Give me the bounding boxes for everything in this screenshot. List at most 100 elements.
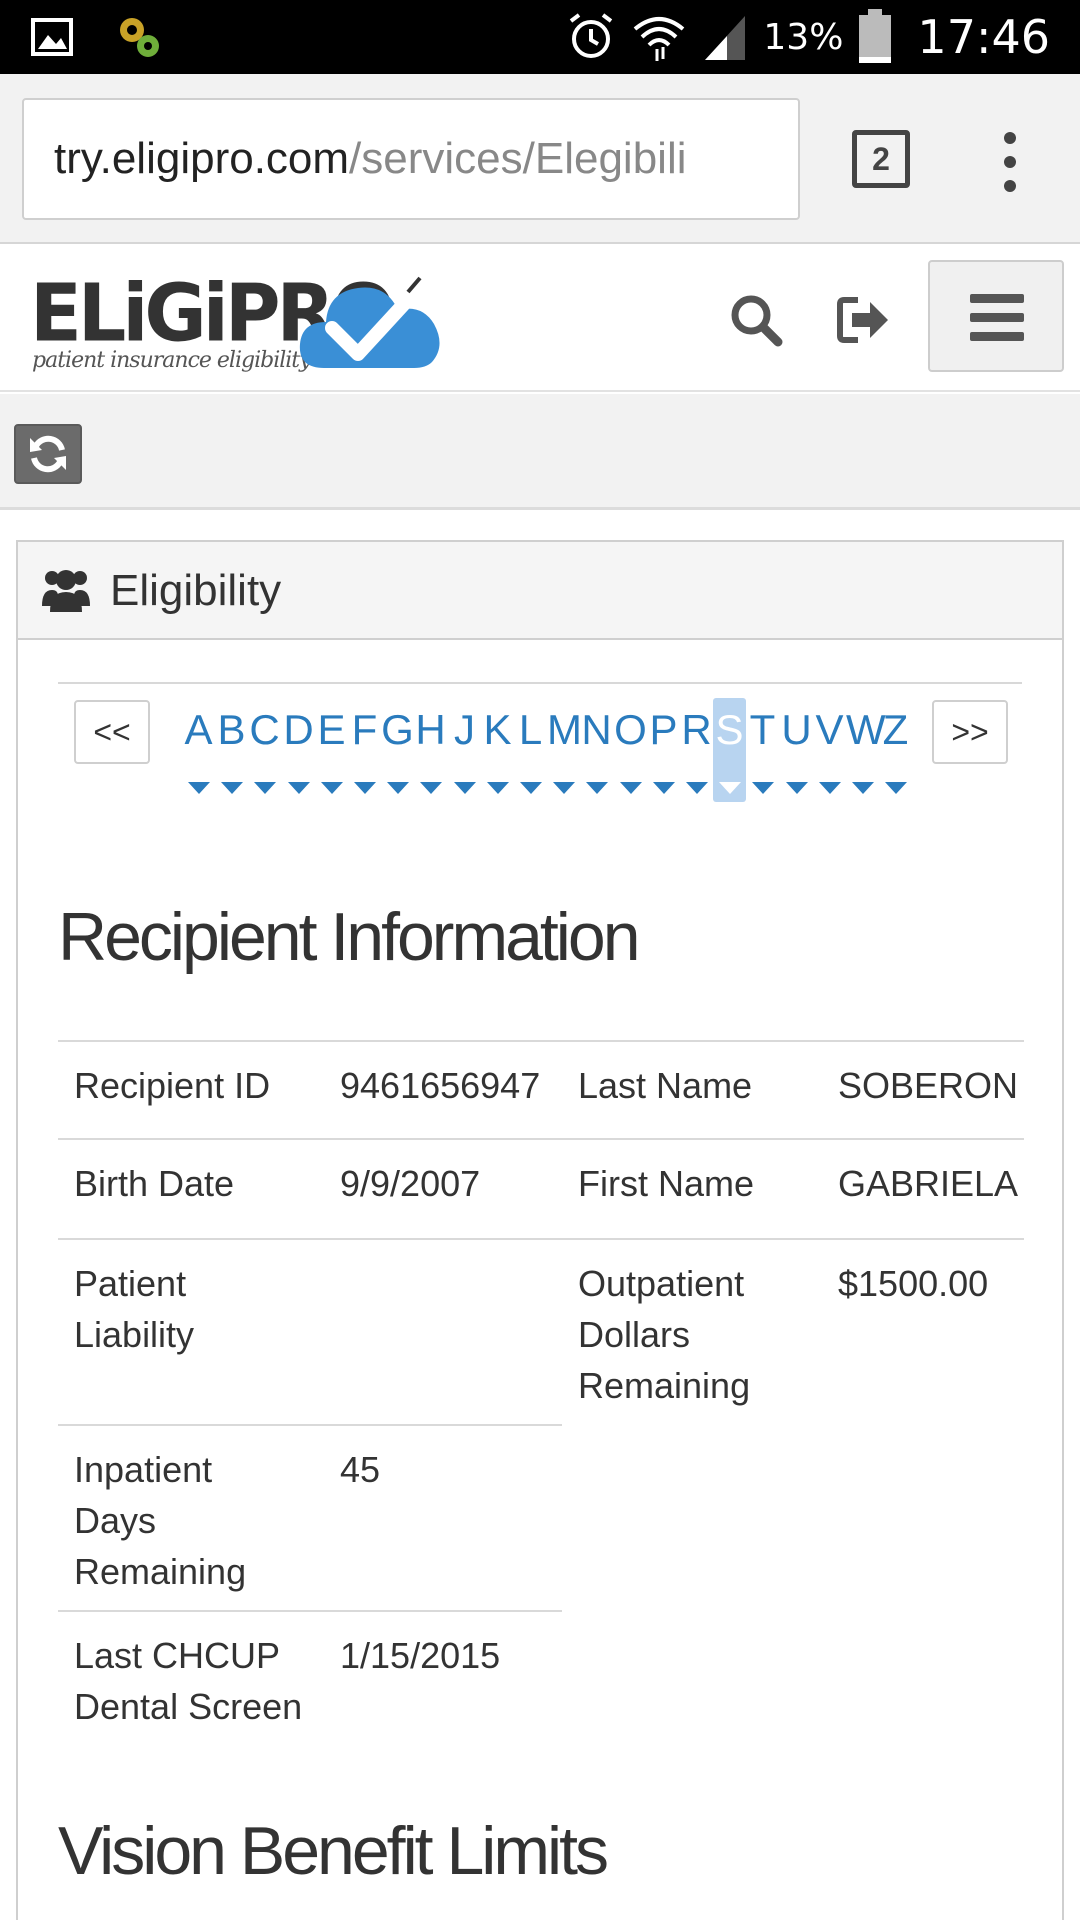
first-name-value: GABRIELA bbox=[838, 1163, 1019, 1204]
panel-header: Eligibility bbox=[18, 542, 1062, 640]
page-toolbar bbox=[0, 394, 1080, 510]
chcup-dental-label: Last CHCUP Dental Screen bbox=[74, 1635, 303, 1727]
letter-filter-d[interactable]: D bbox=[282, 698, 315, 808]
outpatient-dollars-label: Outpatient Dollars Remaining bbox=[578, 1263, 751, 1406]
letter-filter-l[interactable]: L bbox=[514, 698, 547, 808]
recipient-id-value: 9461656947 bbox=[340, 1065, 541, 1106]
table-divider bbox=[58, 1040, 1024, 1042]
last-name-value: SOBERON bbox=[838, 1065, 1019, 1106]
letter-label: W bbox=[846, 706, 886, 753]
caret-down-icon bbox=[454, 782, 476, 794]
letter-filter-r[interactable]: R bbox=[680, 698, 713, 808]
eligibility-panel: Eligibility << ABCDEFGHJKLMNOPRSTUVWZ >>… bbox=[16, 540, 1064, 1920]
letter-filter-f[interactable]: F bbox=[348, 698, 381, 808]
caret-down-icon bbox=[354, 782, 376, 794]
letter-label: M bbox=[547, 706, 582, 753]
panel-title: Eligibility bbox=[110, 566, 282, 615]
letter-filter-v[interactable]: V bbox=[813, 698, 846, 808]
caret-down-icon bbox=[586, 782, 608, 794]
letter-label: A bbox=[184, 706, 213, 753]
letter-label: D bbox=[283, 706, 314, 753]
letter-filter-m[interactable]: M bbox=[547, 698, 582, 808]
caret-down-icon bbox=[254, 782, 276, 794]
outpatient-dollars-value: $1500.00 bbox=[838, 1263, 989, 1304]
letter-filter-e[interactable]: E bbox=[315, 698, 348, 808]
caret-down-icon bbox=[420, 782, 442, 794]
url-bar[interactable]: try.eligipro.com/services/Elegibili bbox=[22, 98, 800, 220]
caret-down-icon bbox=[752, 782, 774, 794]
letter-label: H bbox=[415, 706, 446, 753]
letter-filter-u[interactable]: U bbox=[780, 698, 813, 808]
letter-label: N bbox=[581, 706, 612, 753]
caret-down-icon bbox=[819, 782, 841, 794]
letter-label: C bbox=[249, 706, 280, 753]
letter-label: R bbox=[681, 706, 712, 753]
caret-down-icon bbox=[221, 782, 243, 794]
last-name-label: Last Name bbox=[578, 1065, 753, 1106]
logo-tagline: patient insurance eligibility bbox=[32, 348, 312, 373]
pager-divider bbox=[58, 682, 1022, 684]
letter-label: B bbox=[217, 706, 246, 753]
recipient-id-label: Recipient ID bbox=[74, 1065, 271, 1106]
caret-down-icon bbox=[553, 782, 575, 794]
alphabet-pager: ABCDEFGHJKLMNOPRSTUVWZ bbox=[182, 698, 922, 808]
search-icon[interactable] bbox=[728, 292, 784, 348]
refresh-button[interactable] bbox=[14, 424, 82, 484]
letter-filter-t[interactable]: T bbox=[746, 698, 779, 808]
letter-filter-j[interactable]: J bbox=[448, 698, 481, 808]
eligipro-logo[interactable]: ELiGiPRO patient insurance eligibility bbox=[30, 266, 450, 376]
caret-down-icon bbox=[387, 782, 409, 794]
nav-menu-button[interactable] bbox=[928, 260, 1064, 372]
letter-filter-c[interactable]: C bbox=[248, 698, 281, 808]
caret-down-icon bbox=[852, 782, 874, 794]
letter-label: S bbox=[715, 706, 744, 753]
caret-down-icon bbox=[786, 782, 808, 794]
letter-filter-g[interactable]: G bbox=[381, 698, 414, 808]
letter-label: O bbox=[614, 706, 647, 753]
letter-label: T bbox=[749, 706, 776, 753]
birth-date-label: Birth Date bbox=[74, 1163, 235, 1204]
clock: 17:46 bbox=[917, 10, 1050, 64]
browser-menu-icon[interactable] bbox=[1000, 132, 1020, 192]
letter-filter-s[interactable]: S bbox=[713, 698, 746, 802]
letter-label: F bbox=[351, 706, 378, 753]
logout-icon[interactable] bbox=[836, 292, 892, 348]
letter-label: E bbox=[317, 706, 346, 753]
caret-down-icon bbox=[719, 782, 741, 794]
settings-gears-icon bbox=[120, 18, 159, 57]
letter-filter-a[interactable]: A bbox=[182, 698, 215, 808]
caret-down-icon bbox=[288, 782, 310, 794]
url-path: /services/Elegibili bbox=[349, 134, 687, 183]
letter-label: K bbox=[483, 706, 512, 753]
wifi-icon bbox=[634, 17, 685, 61]
caret-down-icon bbox=[653, 782, 675, 794]
caret-down-icon bbox=[188, 782, 210, 794]
caret-down-icon bbox=[620, 782, 642, 794]
refresh-icon bbox=[30, 435, 66, 473]
letter-filter-h[interactable]: H bbox=[414, 698, 447, 808]
letter-label: U bbox=[781, 706, 812, 753]
caret-down-icon bbox=[885, 782, 907, 794]
letter-label: Z bbox=[882, 706, 909, 753]
status-bar: 13% 17:46 bbox=[0, 0, 1080, 74]
inpatient-days-value: 45 bbox=[340, 1449, 381, 1490]
letter-label: G bbox=[381, 706, 414, 753]
cell-signal-icon bbox=[705, 16, 746, 60]
cloud-check-icon bbox=[299, 273, 440, 368]
prev-page-button[interactable]: << bbox=[74, 700, 150, 764]
next-page-button[interactable]: >> bbox=[932, 700, 1008, 764]
battery-percent: 13% bbox=[763, 16, 844, 58]
app-header: ELiGiPRO patient insurance eligibility bbox=[0, 246, 1080, 392]
letter-filter-z[interactable]: Z bbox=[879, 698, 912, 808]
tab-switcher-button[interactable]: 2 bbox=[852, 130, 910, 188]
alarm-icon bbox=[570, 13, 613, 58]
letter-label: L bbox=[518, 706, 543, 753]
letter-filter-n[interactable]: N bbox=[580, 698, 613, 808]
letter-filter-p[interactable]: P bbox=[647, 698, 680, 808]
letter-filter-k[interactable]: K bbox=[481, 698, 514, 808]
letter-filter-o[interactable]: O bbox=[614, 698, 647, 808]
letter-filter-b[interactable]: B bbox=[215, 698, 248, 808]
letter-label: J bbox=[454, 706, 475, 753]
caret-down-icon bbox=[520, 782, 542, 794]
letter-filter-w[interactable]: W bbox=[846, 698, 886, 808]
